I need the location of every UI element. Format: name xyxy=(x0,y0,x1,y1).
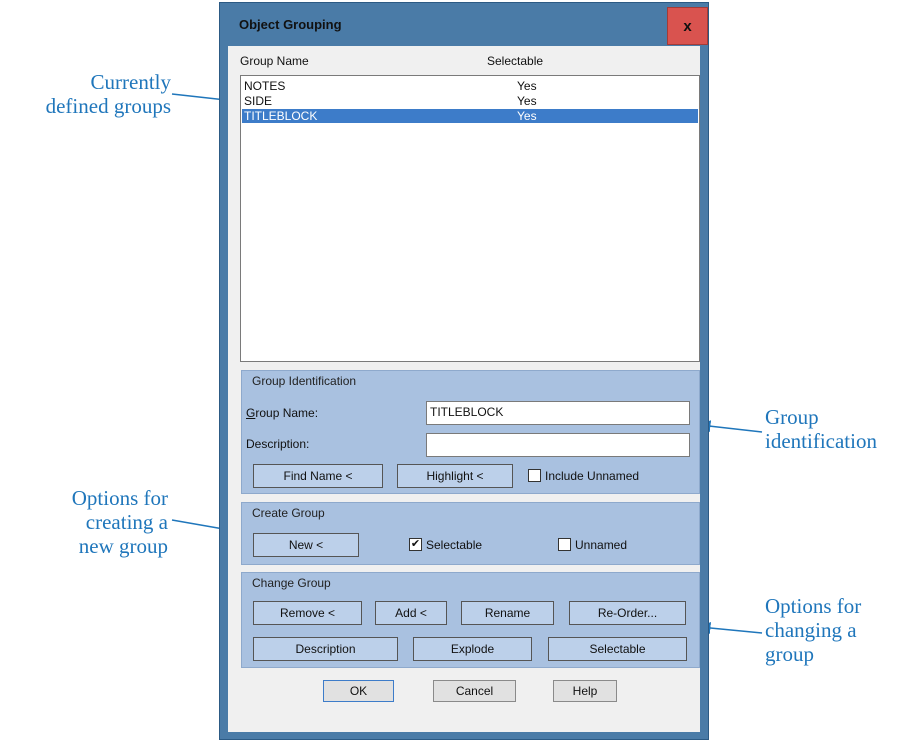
selectable-cell: Yes xyxy=(517,94,537,108)
annotation-line: creating a xyxy=(85,510,168,534)
annotation-changing: Options for changing a group xyxy=(765,594,905,666)
cancel-button[interactable]: Cancel xyxy=(433,680,516,702)
find-name-button[interactable]: Find Name < xyxy=(253,464,383,488)
include-unnamed-checkbox[interactable] xyxy=(528,469,541,482)
add-button[interactable]: Add < xyxy=(375,601,447,625)
list-item[interactable]: SIDE Yes xyxy=(242,94,698,108)
explode-button[interactable]: Explode xyxy=(413,637,532,661)
help-button[interactable]: Help xyxy=(553,680,617,702)
change-group-panel: Change Group Remove < Add < Rename Re-Or… xyxy=(241,572,700,668)
arrow-group-identification xyxy=(698,420,763,433)
selectable-checkbox-label: Selectable xyxy=(426,538,483,552)
list-item[interactable]: NOTES Yes xyxy=(242,79,698,93)
header-label: Selectable xyxy=(487,54,544,68)
group-name-label-rest: roup Name: xyxy=(255,406,319,420)
list-item-selected[interactable]: TITLEBLOCK Yes xyxy=(242,109,698,123)
selectable-checkbox[interactable]: ✔ xyxy=(409,538,422,551)
group-name-label: Group Name: xyxy=(246,406,319,420)
ok-button[interactable]: OK xyxy=(323,680,394,702)
description-field[interactable] xyxy=(426,433,690,457)
reorder-button[interactable]: Re-Order... xyxy=(569,601,686,625)
group-name-cell: NOTES xyxy=(244,79,286,93)
annotation-line: group xyxy=(765,642,814,666)
annotation-creating-new: Options for creating a new group xyxy=(28,486,168,558)
annotation-line: identification xyxy=(765,429,877,453)
include-unnamed-label: Include Unnamed xyxy=(545,469,640,483)
group-name-cell: TITLEBLOCK xyxy=(244,109,318,123)
annotation-line: Options for xyxy=(765,594,862,618)
annotation-line: Options for xyxy=(71,486,168,510)
arrow-changing xyxy=(698,622,763,634)
annotation-line: new group xyxy=(78,534,168,558)
group-name-field[interactable]: TITLEBLOCK xyxy=(426,401,690,425)
annotation-group-identification: Group identification xyxy=(765,405,905,453)
column-header-selectable[interactable]: Selectable xyxy=(487,54,543,68)
annotation-currently-defined: Currently defined groups xyxy=(38,70,171,118)
group-identification-panel: Group Identification Group Name: TITLEBL… xyxy=(241,370,700,494)
object-grouping-dialog: Object Grouping x Group Name Selectable … xyxy=(219,2,709,740)
annotation-line: changing a xyxy=(765,618,857,642)
description-label: Description: xyxy=(246,437,310,451)
rename-button[interactable]: Rename xyxy=(461,601,554,625)
group-listbox[interactable]: NOTES Yes SIDE Yes TITLEBLOCK Yes xyxy=(240,75,700,362)
create-group-panel: Create Group New < ✔ Selectable Unnamed xyxy=(241,502,700,565)
dialog-client-area: Group Name Selectable NOTES Yes SIDE Yes… xyxy=(228,46,700,732)
annotation-line: Currently xyxy=(90,70,171,94)
new-group-button[interactable]: New < xyxy=(253,533,359,557)
selectable-cell: Yes xyxy=(517,79,537,93)
description-button[interactable]: Description xyxy=(253,637,398,661)
highlight-button[interactable]: Highlight < xyxy=(397,464,513,488)
header-label: Group Name xyxy=(240,54,309,68)
remove-button[interactable]: Remove < xyxy=(253,601,362,625)
annotation-line: Group xyxy=(765,405,819,429)
group-name-cell: SIDE xyxy=(244,94,273,108)
unnamed-checkbox-label: Unnamed xyxy=(575,538,628,552)
unnamed-checkbox[interactable] xyxy=(558,538,571,551)
change-group-title: Change Group xyxy=(252,576,331,590)
create-group-title: Create Group xyxy=(252,506,325,520)
selectable-cell: Yes xyxy=(517,109,537,123)
selectable-toggle-button[interactable]: Selectable xyxy=(548,637,687,661)
annotation-line: defined groups xyxy=(45,94,171,118)
close-button[interactable]: x xyxy=(667,7,708,45)
column-header-group-name[interactable]: Group Name xyxy=(240,54,309,68)
close-icon: x xyxy=(683,17,692,35)
title-bar[interactable]: Object Grouping x xyxy=(220,3,708,46)
group-identification-title: Group Identification xyxy=(252,374,357,388)
dialog-title: Object Grouping xyxy=(239,17,342,32)
